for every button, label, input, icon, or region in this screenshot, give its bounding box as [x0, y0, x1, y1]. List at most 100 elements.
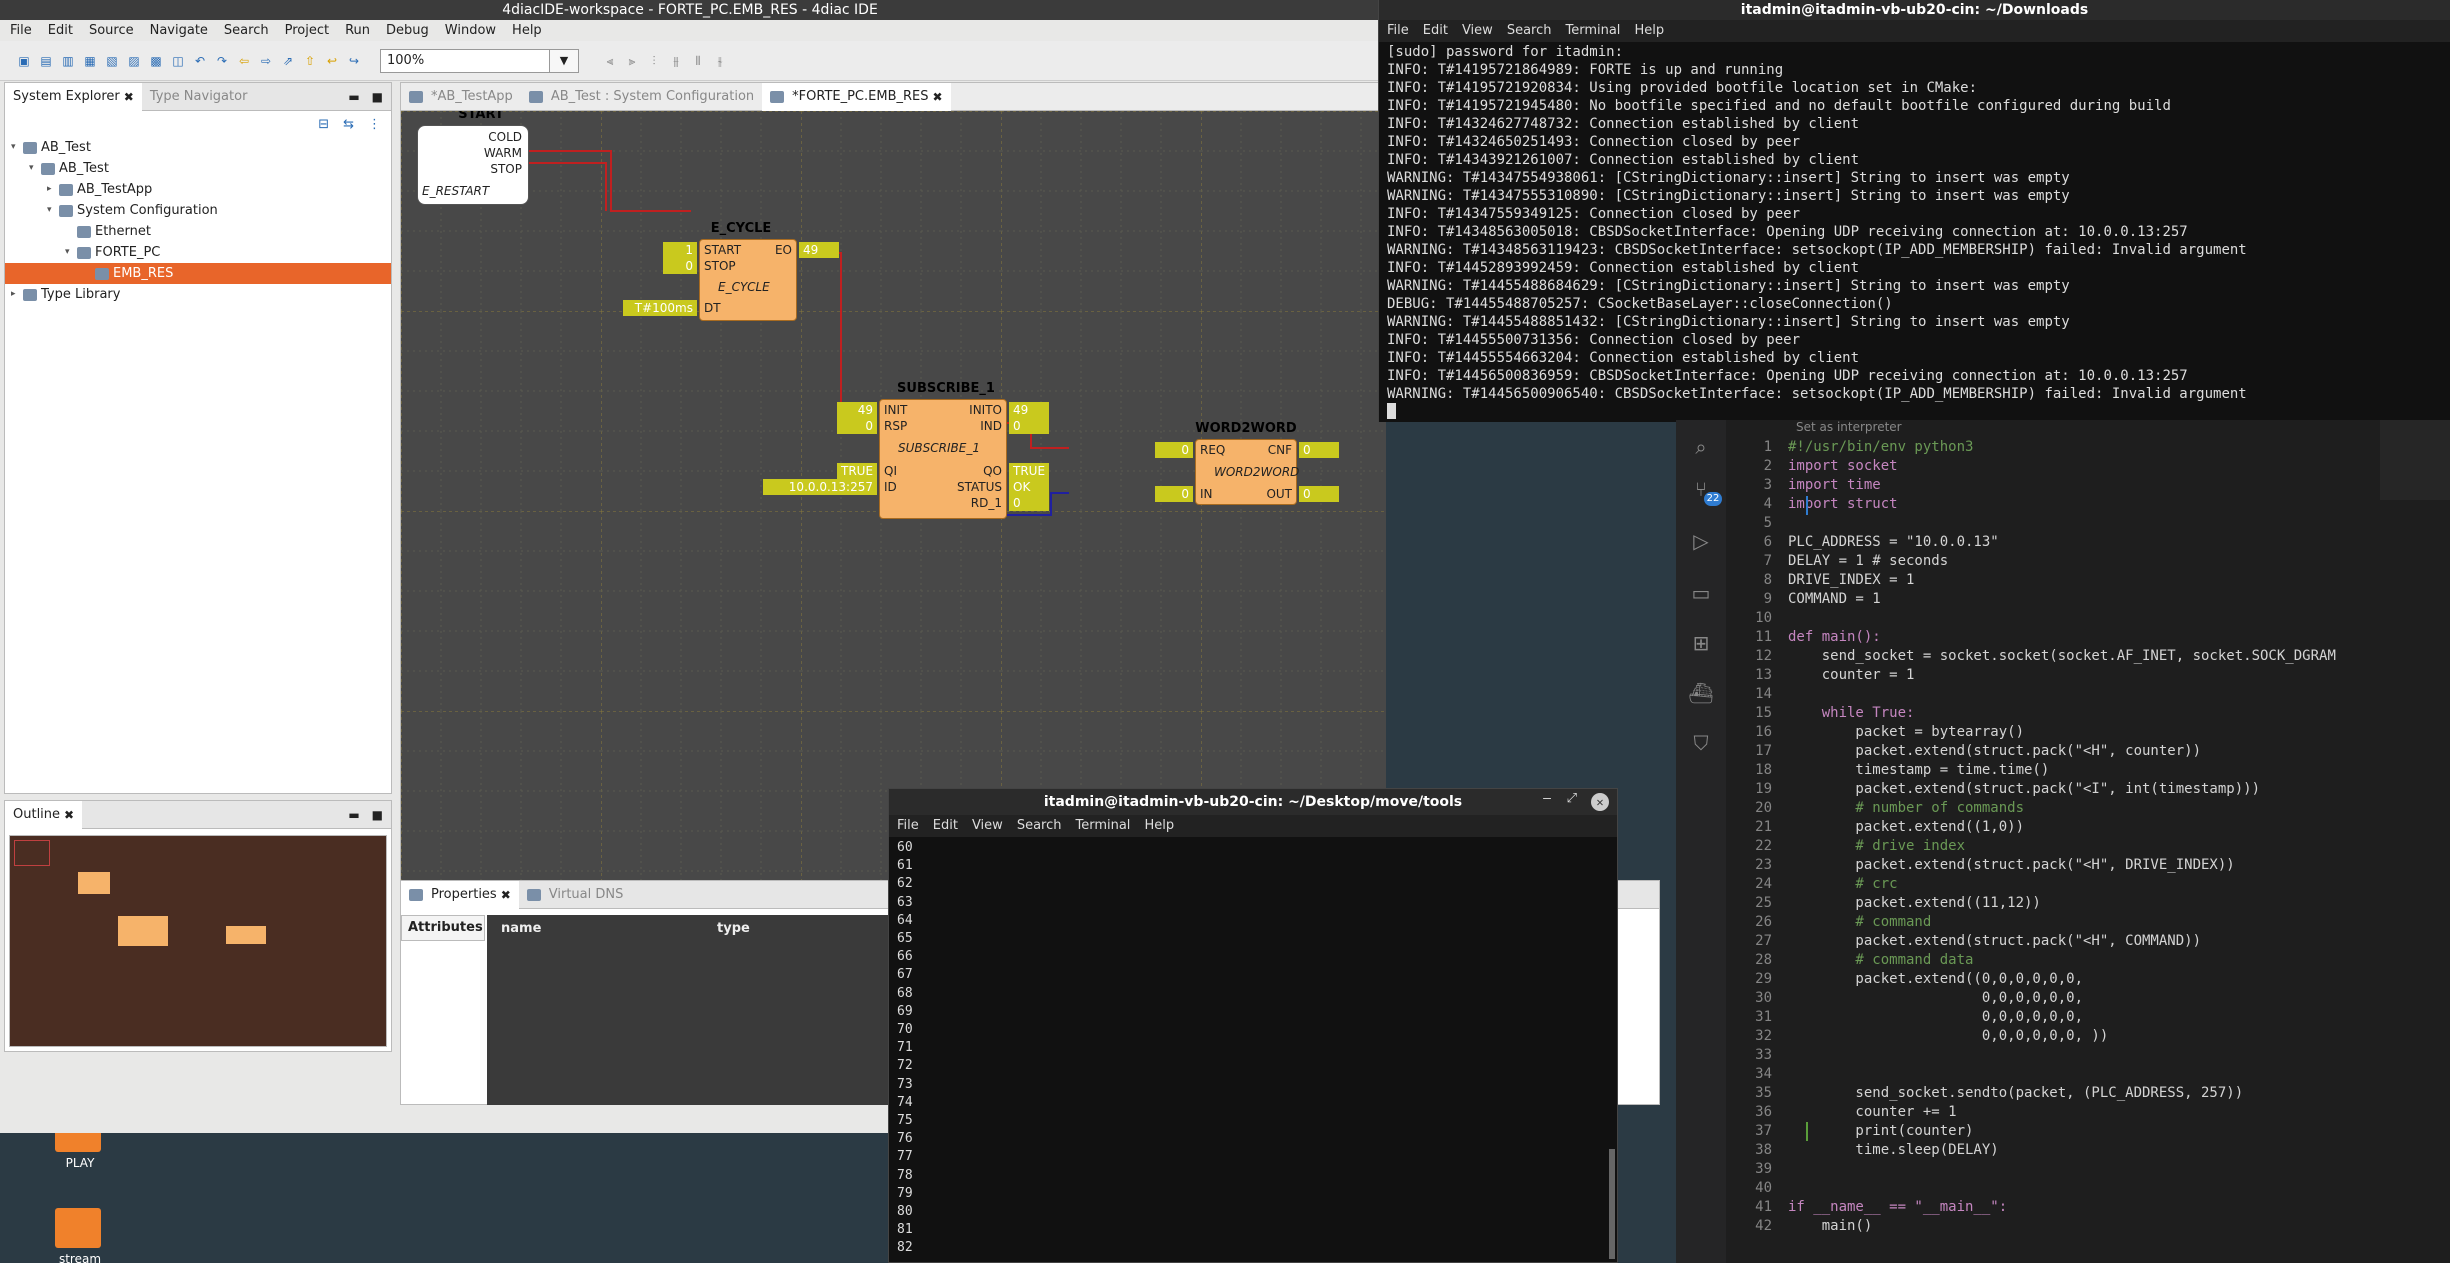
menu-source[interactable]: Source [89, 20, 134, 41]
interpreter-hint[interactable]: Set as interpreter [1796, 420, 1902, 434]
align-top-icon[interactable]: ⫵ [668, 53, 684, 69]
value-sub-init[interactable]: 49 [837, 402, 877, 418]
align-middle-icon[interactable]: ⫴ [690, 53, 706, 69]
code-line[interactable]: 22 # drive index [1736, 837, 2376, 856]
code-line[interactable]: 39 [1736, 1160, 2376, 1179]
align-bottom-icon[interactable]: ⫳ [712, 53, 728, 69]
code-line[interactable]: 17 packet.extend(struct.pack("<H", count… [1736, 742, 2376, 761]
code-line[interactable]: 34 [1736, 1065, 2376, 1084]
tree-item[interactable]: ▾ AB_Test [5, 137, 391, 158]
pin-sub-inito[interactable]: INITO [969, 403, 1002, 417]
code-line[interactable]: 8 DRIVE_INDEX = 1 [1736, 571, 2376, 590]
maximize-icon[interactable]: ■ [372, 808, 383, 822]
redo-icon[interactable]: ↷ [214, 53, 230, 69]
code-line[interactable]: 21 packet.extend((1,0)) [1736, 818, 2376, 837]
code-line[interactable]: 19 packet.extend(struct.pack("<I", int(t… [1736, 780, 2376, 799]
tab-virtual-dns[interactable]: Virtual DNS [519, 881, 632, 909]
t2-menu-view[interactable]: View [972, 815, 1003, 837]
t1-menu-search[interactable]: Search [1507, 20, 1552, 42]
pin-sub-rd1[interactable]: RD_1 [971, 496, 1002, 510]
code-line[interactable]: 24 # crc [1736, 875, 2376, 894]
code-line[interactable]: 16 packet = bytearray() [1736, 723, 2376, 742]
code-line[interactable]: 29 packet.extend((0,0,0,0,0,0, [1736, 970, 2376, 989]
pin-cold[interactable]: COLD [488, 130, 522, 144]
up-icon[interactable]: ⇧ [302, 53, 318, 69]
t2-menu-search[interactable]: Search [1017, 815, 1062, 837]
value-ecycle-stop[interactable]: 0 [663, 258, 697, 274]
code-line[interactable]: 5 [1736, 514, 2376, 533]
t1-menu-file[interactable]: File [1387, 20, 1409, 42]
pin-sub-status[interactable]: STATUS [957, 480, 1002, 494]
pin-sub-qo[interactable]: QO [983, 464, 1002, 478]
save-all-icon[interactable]: ▥ [60, 53, 76, 69]
stream-folder-icon[interactable] [55, 1208, 101, 1248]
close-icon[interactable]: ✖ [933, 83, 943, 111]
align-left-icon[interactable]: ⫷ [602, 53, 618, 69]
pin-sub-ind[interactable]: IND [980, 419, 1002, 433]
twisty-icon[interactable]: ▾ [29, 158, 41, 179]
code-line[interactable]: 28 # command data [1736, 951, 2376, 970]
nav-forward-icon[interactable]: ↪ [346, 53, 362, 69]
code-editor[interactable]: 1 #!/usr/bin/env python3 2 import socket 3 im… [1736, 438, 2376, 1236]
t1-menu-view[interactable]: View [1462, 20, 1493, 42]
value-w2w-out[interactable]: 0 [1299, 486, 1339, 502]
build-icon[interactable]: ◫ [170, 53, 186, 69]
remote-explorer-icon[interactable]: ▭ [1688, 580, 1714, 606]
pin-w2w-out[interactable]: OUT [1266, 487, 1292, 501]
value-sub-rd1[interactable]: 0 [1009, 495, 1049, 511]
value-sub-rsp[interactable]: 0 [837, 418, 877, 434]
code-line[interactable]: 41 if __name__ == "__main__": [1736, 1198, 2376, 1217]
pin-ecycle-dt[interactable]: DT [704, 301, 721, 315]
twisty-icon[interactable]: ▸ [11, 284, 23, 305]
pin-w2w-cnf[interactable]: CNF [1268, 443, 1292, 457]
menu-navigate[interactable]: Navigate [150, 20, 208, 41]
minimize-icon[interactable]: ▬ [348, 90, 359, 104]
view-menu-icon[interactable]: ⋮ [368, 117, 381, 132]
value-sub-inito[interactable]: 49 [1009, 402, 1049, 418]
close-icon[interactable]: ✖ [501, 881, 511, 909]
tree-item[interactable]: EMB_RES [5, 263, 391, 284]
pin-ecycle-start[interactable]: START [704, 243, 741, 257]
device-icon[interactable]: ▨ [126, 53, 142, 69]
code-line[interactable]: 9 COMMAND = 1 [1736, 590, 2376, 609]
minimize-icon[interactable]: – [1543, 791, 1551, 806]
close-icon[interactable]: ✖ [64, 801, 74, 829]
align-right-icon[interactable]: ⫶ [646, 53, 662, 69]
code-line[interactable]: 1 #!/usr/bin/env python3 [1736, 438, 2376, 457]
nav-back-icon[interactable]: ↩ [324, 53, 340, 69]
tab-properties[interactable]: Properties ✖ [401, 880, 519, 909]
tree-item[interactable]: ▸ AB_TestApp [5, 179, 391, 200]
code-line[interactable]: 7 DELAY = 1 # seconds [1736, 552, 2376, 571]
code-line[interactable]: 4 import struct [1736, 495, 2376, 514]
value-sub-id[interactable]: 10.0.0.13:257 [763, 479, 877, 495]
chevron-down-icon[interactable]: ▼ [549, 48, 579, 73]
system-icon[interactable]: ▦ [82, 53, 98, 69]
tab-outline[interactable]: Outline ✖ [5, 800, 83, 829]
menu-debug[interactable]: Debug [386, 20, 429, 41]
tab-system-configuration[interactable]: AB_Test : System Configuration [521, 83, 762, 111]
code-line[interactable]: 27 packet.extend(struct.pack("<H", COMMA… [1736, 932, 2376, 951]
value-ecycle-eo[interactable]: 49 [799, 242, 839, 258]
menu-file[interactable]: File [10, 20, 32, 41]
code-line[interactable]: 3 import time [1736, 476, 2376, 495]
align-center-icon[interactable]: ⫸ [624, 53, 640, 69]
code-line[interactable]: 6 PLC_ADDRESS = "10.0.0.13" [1736, 533, 2376, 552]
pin-sub-qi[interactable]: QI [884, 464, 897, 478]
menu-edit[interactable]: Edit [48, 20, 73, 41]
code-line[interactable]: 42 main() [1736, 1217, 2376, 1236]
back-icon[interactable]: ⇦ [236, 53, 252, 69]
terminal-tools[interactable]: itadmin@itadmin-vb-ub20-cin: ~/Desktop/m… [888, 788, 1618, 1263]
zoom-combo[interactable]: 100% ▼ [380, 48, 579, 73]
pin-w2w-in[interactable]: IN [1200, 487, 1213, 501]
menu-run[interactable]: Run [345, 20, 370, 41]
tree-item[interactable]: Ethernet [5, 221, 391, 242]
t2-menu-edit[interactable]: Edit [933, 815, 958, 837]
tab-attributes[interactable]: Attributes [401, 915, 485, 941]
value-sub-ind[interactable]: 0 [1009, 418, 1049, 434]
pin-warm[interactable]: WARM [484, 146, 522, 160]
docker-icon[interactable]: ⛴ [1688, 680, 1714, 706]
code-line[interactable]: 36 counter += 1 [1736, 1103, 2376, 1122]
collapse-all-icon[interactable]: ⊟ [318, 117, 329, 132]
t1-menu-help[interactable]: Help [1634, 20, 1664, 42]
new-icon[interactable]: ▣ [16, 53, 32, 69]
